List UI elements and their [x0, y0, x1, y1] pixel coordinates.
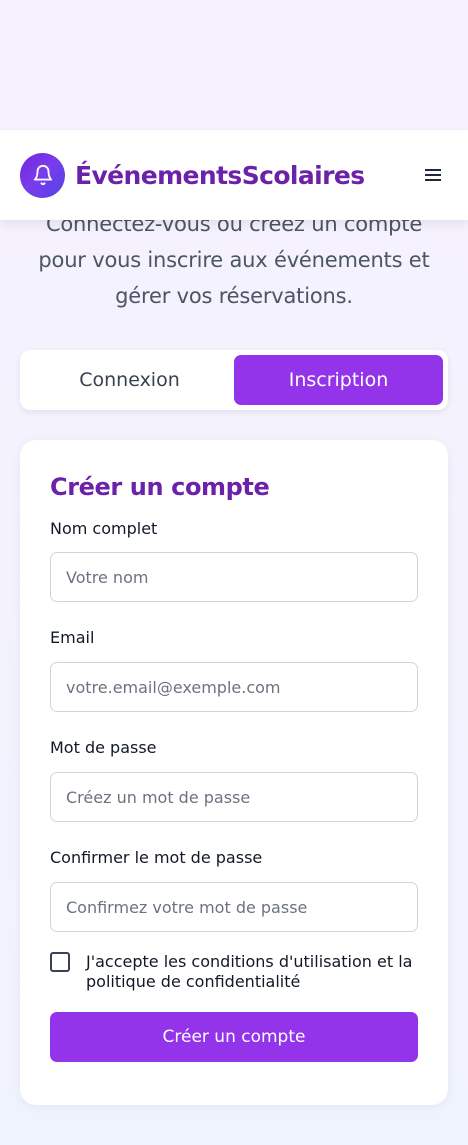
- signup-card: Créer un compte Nom complet Email Mot de…: [20, 440, 448, 1105]
- confirm-password-input[interactable]: [50, 882, 418, 932]
- terms-checkbox[interactable]: [50, 952, 70, 972]
- tab-inscription[interactable]: Inscription: [234, 355, 443, 405]
- name-label: Nom complet: [50, 519, 158, 538]
- auth-tabs: Connexion Inscription: [20, 350, 448, 410]
- logo[interactable]: [20, 152, 65, 198]
- terms-label: J'accepte les conditions d'utilisation e…: [86, 952, 413, 991]
- tab-connexion[interactable]: Connexion: [25, 355, 234, 405]
- name-input[interactable]: [50, 552, 418, 602]
- form-title: Créer un compte: [50, 473, 270, 501]
- hamburger-menu-icon: [425, 169, 441, 181]
- password-label: Mot de passe: [50, 738, 157, 757]
- email-input[interactable]: [50, 662, 418, 712]
- menu-button[interactable]: [418, 160, 448, 190]
- terms-row: J'accepte les conditions d'utilisation e…: [50, 952, 418, 992]
- bell-icon: [33, 165, 52, 186]
- brand-name[interactable]: ÉvénementsScolaires: [75, 161, 365, 190]
- password-input[interactable]: [50, 772, 418, 822]
- intro-text: Connectez-vous ou créez un compte pour v…: [38, 212, 430, 308]
- email-label: Email: [50, 628, 95, 647]
- create-account-button[interactable]: Créer un compte: [50, 1012, 418, 1062]
- navbar: ÉvénementsScolaires: [0, 130, 468, 220]
- confirm-password-label: Confirmer le mot de passe: [50, 848, 263, 867]
